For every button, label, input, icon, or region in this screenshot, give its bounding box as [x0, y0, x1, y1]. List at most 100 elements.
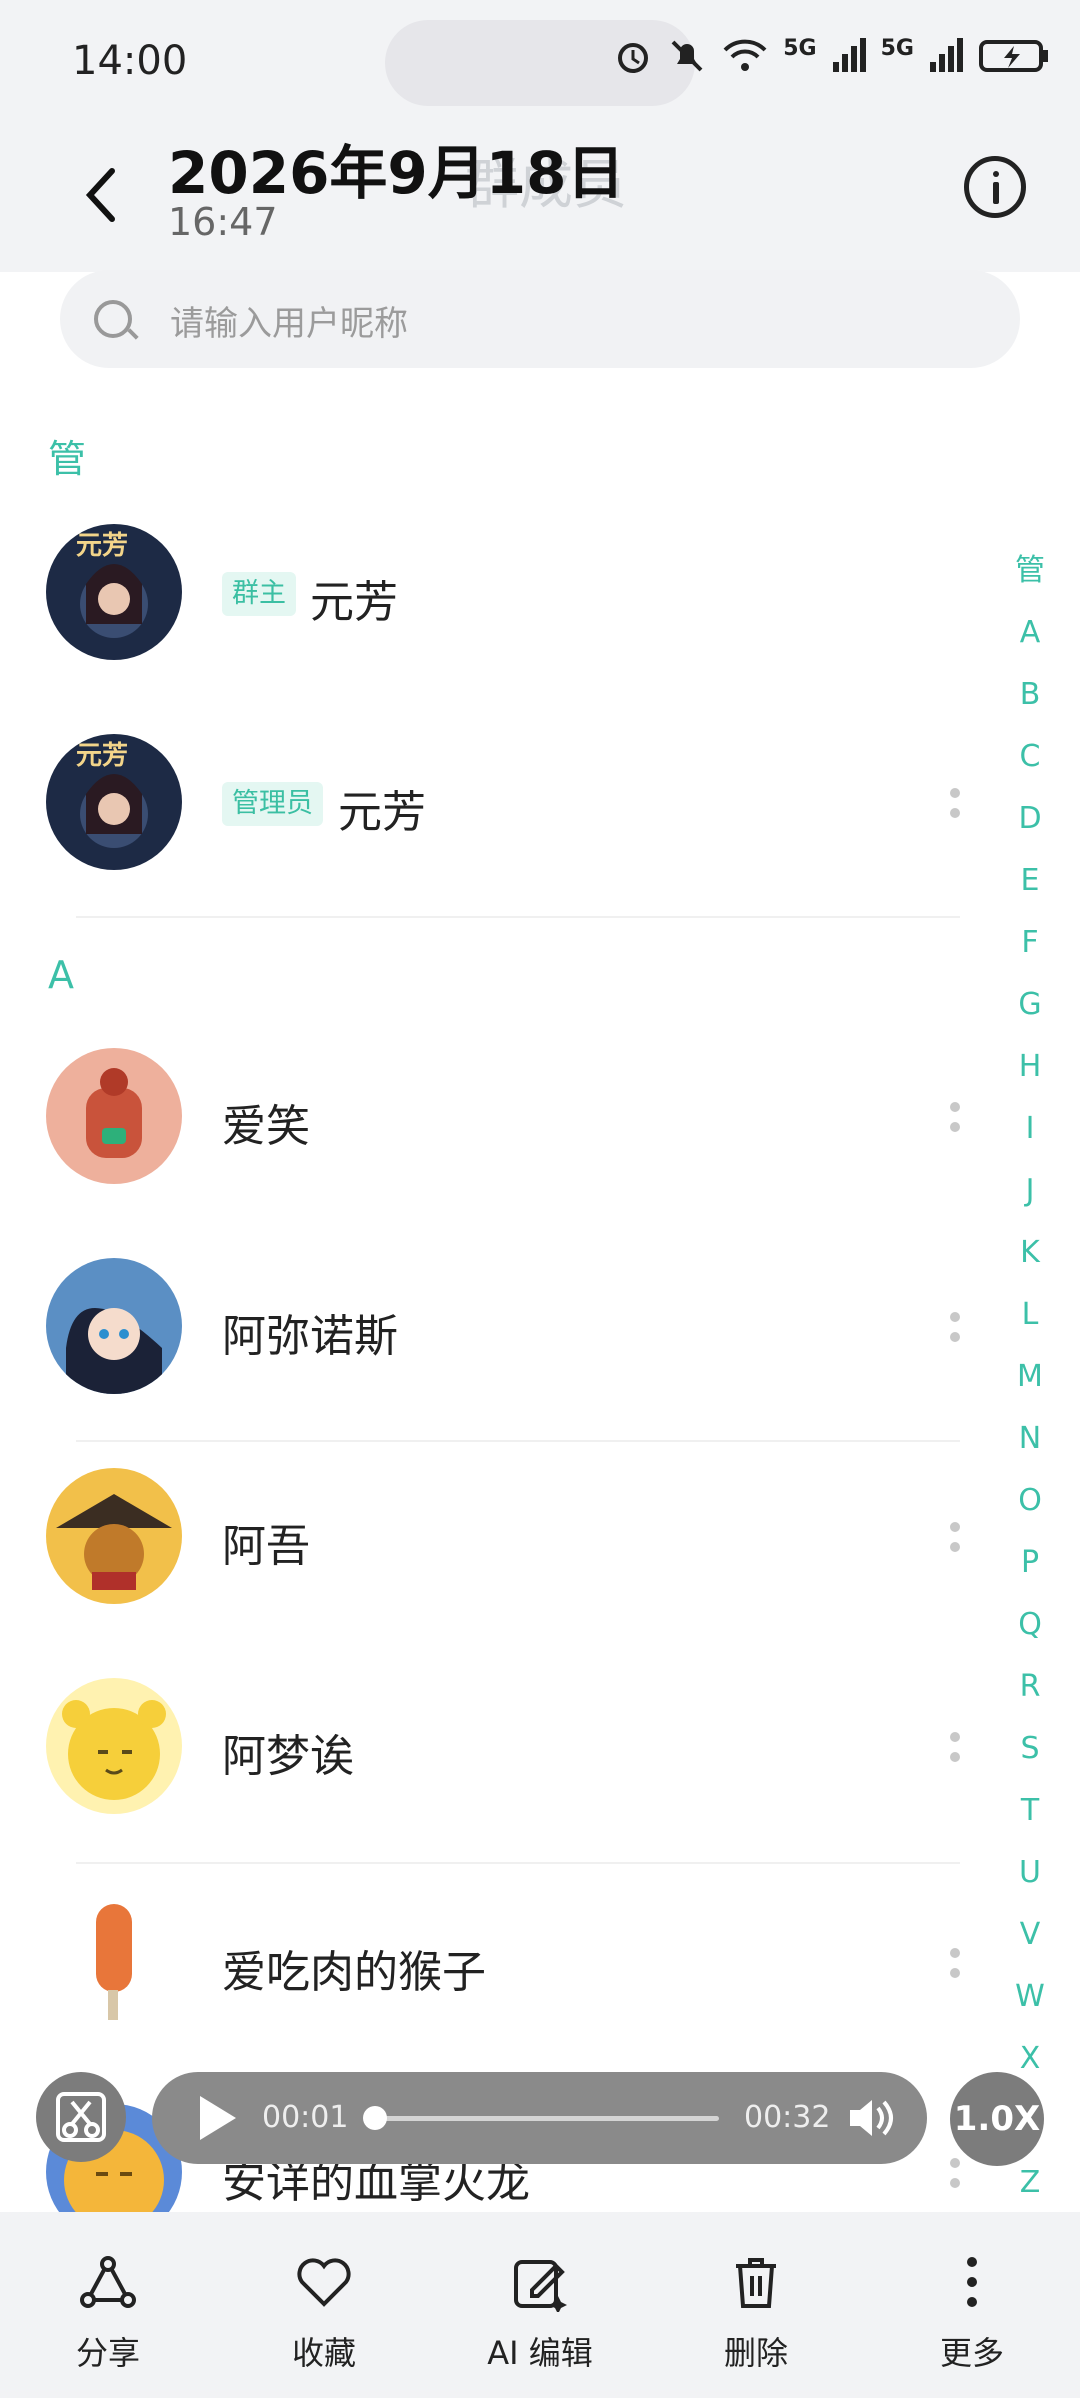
red-toy-avatar: [46, 1048, 182, 1184]
ai-edit-label: AI 编辑: [487, 2334, 593, 2372]
alphabet-index[interactable]: 管ABCDEFGHIJKLMNOPQRSTUVWXYZ: [1005, 540, 1055, 2214]
svg-text:元芳: 元芳: [76, 741, 128, 771]
member-name: 阿吾: [222, 1521, 310, 1572]
member-name: 爱吃肉的猴子: [222, 1947, 486, 1998]
anime-boy-avatar: [46, 1258, 182, 1394]
member-row[interactable]: 元芳 管理员 元芳: [0, 698, 1000, 908]
search-placeholder: 请输入用户昵称: [170, 304, 408, 344]
signal-bars-icon-2: [930, 38, 963, 72]
member-name: 爱笑: [222, 1101, 310, 1152]
index-letter[interactable]: H: [1005, 1036, 1055, 1098]
member-name: 元芳: [338, 787, 426, 838]
signal-5g-icon: 5G: [783, 36, 817, 61]
yellow-tiger-avatar: [46, 1678, 182, 1814]
alarm-icon: [618, 43, 649, 73]
more-dots-icon[interactable]: [950, 1102, 962, 1142]
index-letter[interactable]: S: [1005, 1718, 1055, 1780]
share-label: 分享: [75, 2334, 140, 2372]
index-letter[interactable]: D: [1005, 788, 1055, 850]
index-letter[interactable]: F: [1005, 912, 1055, 974]
member-row[interactable]: 爱吃肉的猴子: [0, 1858, 1000, 2068]
progress-track[interactable]: [364, 2116, 719, 2121]
more-dots-icon[interactable]: [950, 1312, 962, 1352]
clip-button[interactable]: [36, 2072, 126, 2162]
index-letter[interactable]: U: [1005, 1842, 1055, 1904]
more-dots-icon[interactable]: [950, 788, 962, 828]
hat-character-avatar: [46, 1468, 182, 1604]
member-row[interactable]: 阿梦诶: [0, 1642, 1000, 1852]
divider: [76, 916, 960, 918]
index-letter[interactable]: G: [1005, 974, 1055, 1036]
admin-badge: 管理员: [222, 782, 323, 826]
index-letter[interactable]: V: [1005, 1904, 1055, 1966]
search-input[interactable]: 请输入用户昵称: [60, 270, 1020, 368]
favorite-button[interactable]: 收藏: [234, 2212, 414, 2398]
bottom-toolbar: 分享 收藏 AI 编辑 删除 更多: [0, 2212, 1080, 2398]
yuanfang-avatar: 元芳: [46, 524, 182, 660]
signal-5g-icon-2: 5G: [880, 36, 914, 61]
section-header-guan: 管: [48, 437, 87, 481]
favorite-label: 收藏: [291, 2334, 356, 2372]
search-icon: [94, 300, 132, 338]
svg-text:元芳: 元芳: [76, 531, 128, 561]
info-icon[interactable]: [964, 156, 1026, 218]
more-dots-icon[interactable]: [950, 2158, 962, 2198]
member-row[interactable]: 爱笑: [0, 1012, 1000, 1222]
more-button[interactable]: 更多: [882, 2212, 1062, 2398]
audio-player: 00:01 00:32: [152, 2072, 927, 2164]
status-bar: 14:00 5G 5G: [0, 0, 1080, 120]
speed-button[interactable]: 1.0X: [950, 2072, 1044, 2166]
header-date: 2026年9月18日: [168, 139, 625, 207]
index-letter[interactable]: M: [1005, 1346, 1055, 1408]
index-letter[interactable]: B: [1005, 664, 1055, 726]
owner-badge: 群主: [222, 572, 296, 616]
index-letter[interactable]: R: [1005, 1656, 1055, 1718]
player-total-time: 00:32: [744, 2100, 831, 2135]
wifi-icon: [723, 39, 767, 71]
index-letter[interactable]: Q: [1005, 1594, 1055, 1656]
mute-bell-icon: [671, 40, 703, 72]
index-letter[interactable]: E: [1005, 850, 1055, 912]
index-letter[interactable]: 管: [1005, 540, 1055, 602]
index-letter[interactable]: C: [1005, 726, 1055, 788]
header-time: 16:47: [168, 200, 278, 244]
index-letter[interactable]: O: [1005, 1470, 1055, 1532]
more-label: 更多: [939, 2334, 1004, 2372]
play-icon[interactable]: [200, 2096, 236, 2140]
more-vertical-icon: [967, 2257, 977, 2307]
member-name: 元芳: [310, 577, 398, 628]
progress-thumb[interactable]: [362, 2106, 387, 2130]
delete-label: 删除: [723, 2334, 788, 2372]
battery-charging-icon: [979, 40, 1048, 72]
share-icon: [80, 2256, 136, 2308]
header: 群成员 2026年9月18日 16:47: [0, 120, 1080, 272]
trash-icon: [736, 2258, 776, 2308]
member-row[interactable]: 元芳 群主 元芳: [0, 488, 1000, 698]
share-button[interactable]: 分享: [18, 2212, 198, 2398]
ai-edit-button[interactable]: AI 编辑: [450, 2212, 630, 2398]
heart-icon: [297, 2258, 351, 2307]
member-row[interactable]: 阿吾: [0, 1432, 1000, 1642]
index-letter[interactable]: T: [1005, 1780, 1055, 1842]
index-letter[interactable]: K: [1005, 1222, 1055, 1284]
index-letter[interactable]: L: [1005, 1284, 1055, 1346]
member-name: 阿梦诶: [222, 1731, 354, 1782]
more-dots-icon[interactable]: [950, 1732, 962, 1772]
index-letter[interactable]: A: [1005, 602, 1055, 664]
back-arrow-icon[interactable]: [80, 165, 120, 225]
index-letter[interactable]: P: [1005, 1532, 1055, 1594]
scissors-icon: [56, 2092, 106, 2142]
delete-button[interactable]: 删除: [666, 2212, 846, 2398]
index-letter[interactable]: I: [1005, 1098, 1055, 1160]
more-dots-icon[interactable]: [950, 1522, 962, 1562]
more-dots-icon[interactable]: [950, 1948, 962, 1988]
volume-icon[interactable]: [846, 2094, 898, 2142]
index-letter[interactable]: W: [1005, 1966, 1055, 2028]
section-header-a: A: [48, 953, 74, 997]
status-time: 14:00: [72, 38, 188, 84]
status-icons: 5G 5G: [613, 36, 1050, 76]
index-letter[interactable]: N: [1005, 1408, 1055, 1470]
member-row[interactable]: 阿弥诺斯: [0, 1222, 1000, 1432]
ai-edit-icon: [514, 2260, 567, 2312]
index-letter[interactable]: J: [1005, 1160, 1055, 1222]
